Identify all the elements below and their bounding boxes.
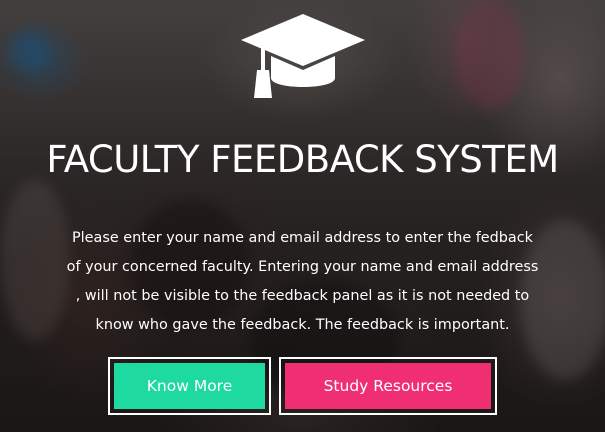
description-line: of your concerned faculty. Entering your…: [66, 259, 539, 275]
description-line: know who gave the feedback. The feedback…: [95, 317, 510, 333]
graduation-cap-icon: [241, 14, 365, 98]
know-more-button[interactable]: Know More: [114, 363, 265, 409]
description-line: , will not be visible to the feedback pa…: [75, 288, 530, 304]
hero-section: FACULTY FEEDBACK SYSTEM Please enter you…: [0, 0, 605, 432]
hero-description: Please enter your name and email address…: [40, 224, 565, 340]
description-line: Please enter your name and email address…: [72, 230, 533, 246]
page-title: FACULTY FEEDBACK SYSTEM: [46, 138, 559, 181]
study-resources-button[interactable]: Study Resources: [285, 363, 491, 409]
